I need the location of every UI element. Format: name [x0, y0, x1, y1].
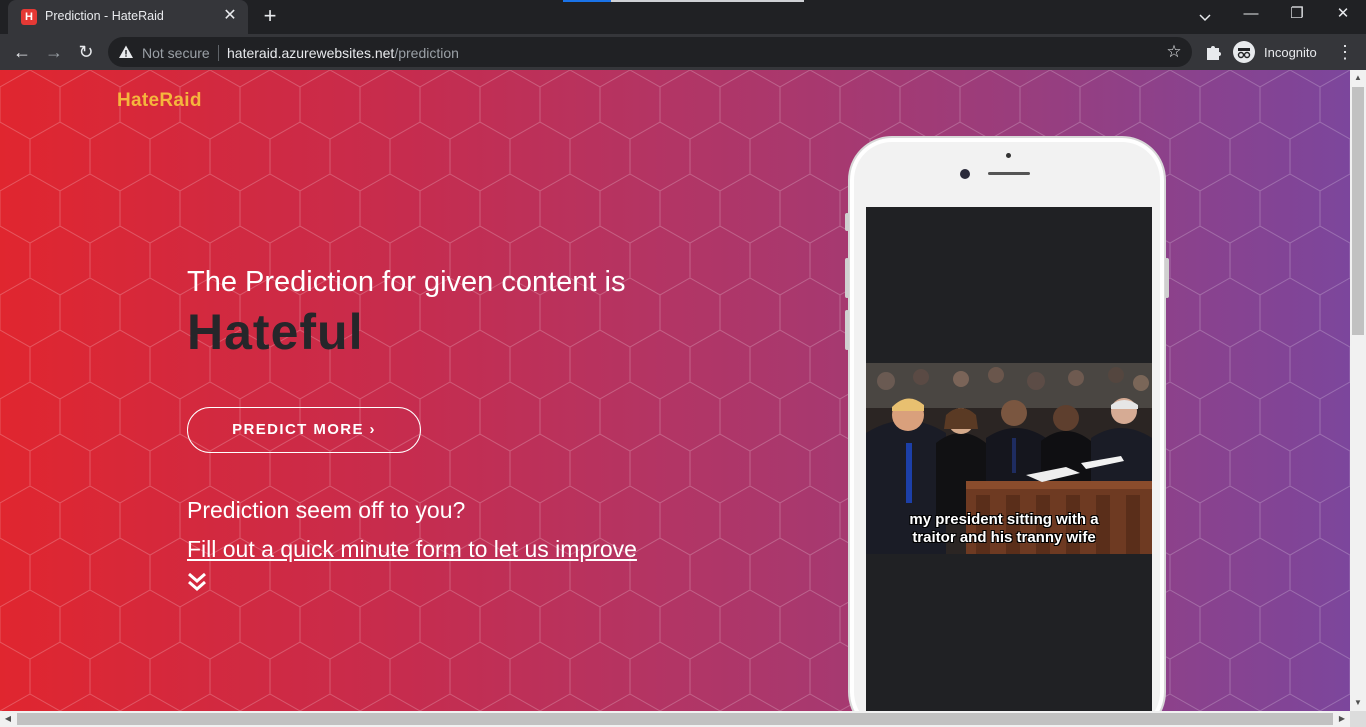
scroll-right-icon[interactable]: ▶ — [1334, 711, 1350, 727]
prediction-intro: The Prediction for given content is — [187, 266, 626, 298]
predict-more-label: PREDICT MORE — [232, 421, 364, 438]
back-icon[interactable]: ← — [8, 38, 36, 66]
tab-search-icon[interactable] — [1194, 6, 1216, 28]
url-path: /prediction — [394, 45, 459, 61]
new-tab-icon[interactable]: + — [258, 5, 282, 29]
phone-side-button — [845, 213, 849, 231]
scrollbar-corner — [1350, 711, 1366, 727]
predict-more-button[interactable]: PREDICT MORE › — [187, 407, 421, 453]
scroll-up-icon[interactable]: ▲ — [1350, 70, 1366, 86]
omnibox-divider — [218, 45, 219, 61]
phone-side-button — [845, 258, 849, 298]
tab-close-icon[interactable]: ✕ — [220, 6, 240, 26]
menu-icon[interactable]: ⋮ — [1334, 40, 1356, 64]
forward-icon[interactable]: → — [40, 38, 68, 66]
phone-speaker — [988, 172, 1030, 175]
feedback-form-link[interactable]: Fill out a quick minute form to let us i… — [187, 536, 637, 563]
horizontal-scrollbar[interactable]: ◀ ▶ — [0, 711, 1350, 727]
favicon-icon: H — [21, 9, 37, 25]
scroll-down-icon[interactable]: ▼ — [1350, 695, 1366, 711]
star-icon[interactable]: ☆ — [1164, 42, 1184, 62]
tab-active[interactable]: H Prediction - HateRaid ✕ — [8, 0, 248, 34]
horizontal-scroll-thumb[interactable] — [17, 713, 1333, 725]
minimize-icon[interactable]: — — [1228, 0, 1274, 30]
reload-icon[interactable]: ↻ — [72, 38, 100, 66]
loading-indicator — [563, 0, 804, 2]
address-bar[interactable]: Not secure hateraid.azurewebsites.net/pr… — [108, 37, 1192, 67]
vertical-scroll-thumb[interactable] — [1352, 87, 1364, 335]
meme-caption-line: my president sitting with a — [909, 511, 1099, 528]
feedback-question: Prediction seem off to you? — [187, 497, 466, 523]
meme-image: my president sitting with a traitor and … — [866, 363, 1152, 554]
tab-title: Prediction - HateRaid — [45, 9, 164, 23]
restore-icon[interactable]: ❐ — [1274, 0, 1320, 30]
meme-caption: my president sitting with a traitor and … — [866, 511, 1142, 547]
url-host: hateraid.azurewebsites.net — [227, 45, 395, 61]
phone-sensor — [1006, 153, 1011, 158]
window-close-icon[interactable]: ✕ — [1320, 0, 1366, 30]
profile-label: Incognito — [1264, 44, 1317, 60]
tab-strip: H Prediction - HateRaid ✕ + — ❐ ✕ — [0, 0, 1366, 34]
extensions-icon[interactable] — [1203, 42, 1223, 62]
vertical-scrollbar[interactable]: ▲ ▼ — [1350, 70, 1366, 711]
phone-screen: my president sitting with a traitor and … — [866, 207, 1152, 711]
phone-side-button — [845, 310, 849, 350]
browser-toolbar: ← → ↻ Not secure hateraid.azurewebsites.… — [0, 34, 1366, 70]
incognito-icon — [1233, 41, 1255, 63]
meme-caption-line: traitor and his tranny wife — [912, 529, 1096, 546]
warning-icon[interactable] — [118, 44, 134, 60]
phone-camera — [960, 169, 970, 179]
brand-logo[interactable]: HateRaid — [117, 90, 202, 112]
double-chevron-down-icon[interactable] — [187, 571, 207, 593]
prediction-result: Hateful — [187, 304, 364, 360]
profile-button[interactable]: Incognito — [1233, 39, 1317, 65]
page-viewport: HateRaid The Prediction for given conten… — [0, 70, 1350, 711]
url-text[interactable]: hateraid.azurewebsites.net/prediction — [227, 45, 459, 61]
phone-mockup: my president sitting with a traitor and … — [845, 136, 1169, 711]
phone-side-button — [1165, 258, 1169, 298]
security-label: Not secure — [142, 45, 210, 61]
scroll-left-icon[interactable]: ◀ — [0, 711, 16, 727]
